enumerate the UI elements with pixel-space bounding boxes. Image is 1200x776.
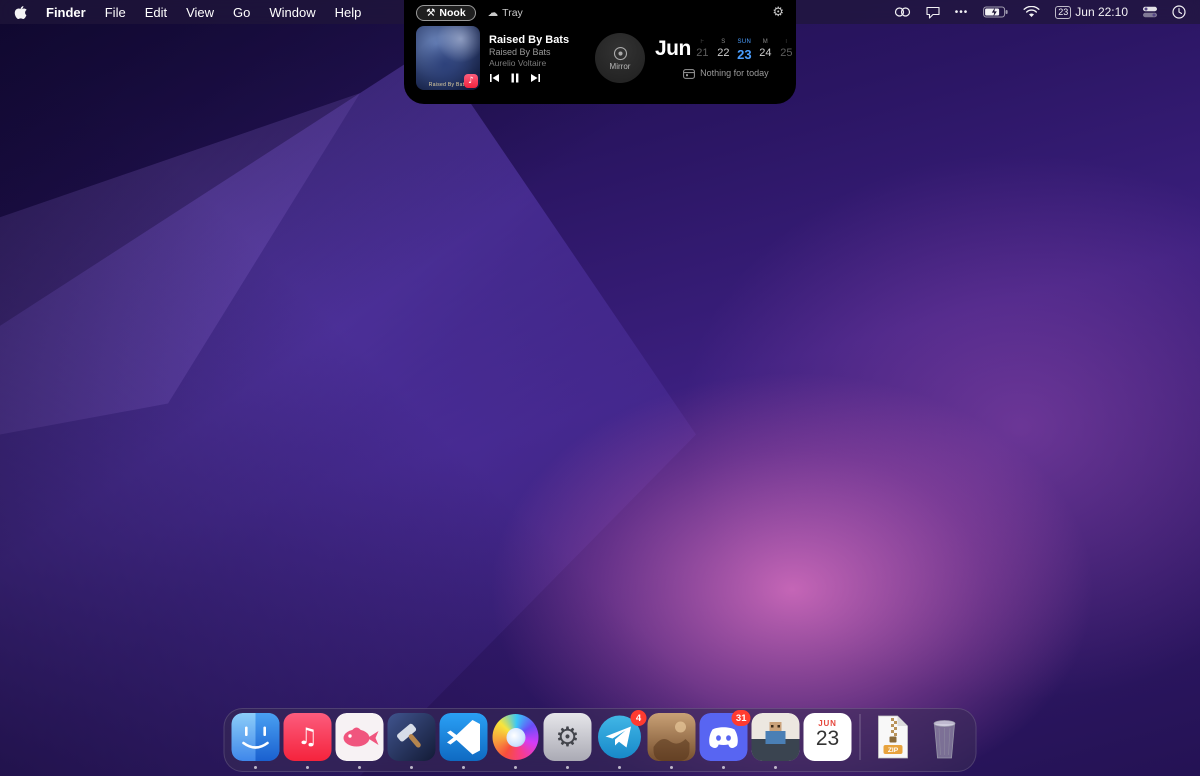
tab-nook-label: Nook bbox=[439, 7, 465, 19]
apple-icon bbox=[14, 5, 27, 20]
more-menu-icon[interactable]: ••• bbox=[955, 7, 969, 18]
chat-bubble-icon[interactable] bbox=[926, 6, 940, 19]
no-events-icon bbox=[683, 68, 695, 79]
dock-item-nook-app[interactable] bbox=[388, 713, 436, 761]
calendar-day-selected[interactable]: SUN 23 bbox=[734, 38, 755, 62]
notification-badge: 31 bbox=[732, 710, 751, 726]
menu-file[interactable]: File bbox=[105, 5, 126, 20]
dock-item-discord[interactable]: 31 bbox=[700, 713, 748, 761]
running-indicator bbox=[722, 766, 725, 769]
cloud-icon: ☁ bbox=[488, 7, 499, 19]
wallpaper-shape bbox=[0, 0, 1200, 776]
playback-controls bbox=[489, 73, 589, 83]
browser-icon bbox=[493, 714, 539, 760]
clock-text: Jun 22:10 bbox=[1075, 5, 1128, 19]
calendar-widget: Jun F 21 S 22 SUN 23 M 24 bbox=[655, 38, 797, 79]
running-indicator bbox=[774, 766, 777, 769]
dock-separator bbox=[860, 714, 861, 760]
calendar-app-icon: JUN 23 bbox=[804, 713, 852, 761]
now-playing-info: Raised By Bats Raised By Bats Aurelio Vo… bbox=[489, 34, 589, 83]
wifi-icon[interactable] bbox=[1023, 6, 1040, 18]
dock-item-trash[interactable] bbox=[921, 713, 969, 761]
nook-notch-widget: ⚒ Nook ☁ Tray ⚙ Raised By Bats ♪ Raised … bbox=[404, 0, 796, 104]
zip-file-icon: ZIP bbox=[869, 713, 917, 761]
menu-view[interactable]: View bbox=[186, 5, 214, 20]
dock-item-zip-file[interactable]: ZIP bbox=[869, 713, 917, 761]
menu-edit[interactable]: Edit bbox=[145, 5, 167, 20]
running-indicator bbox=[462, 766, 465, 769]
dock-item-music[interactable]: ♫ bbox=[284, 713, 332, 761]
hammer-app-icon bbox=[388, 713, 436, 761]
active-app-name[interactable]: Finder bbox=[46, 5, 86, 20]
running-indicator bbox=[358, 766, 361, 769]
running-indicator bbox=[566, 766, 569, 769]
running-indicator bbox=[618, 766, 621, 769]
control-center-icon[interactable] bbox=[1143, 6, 1157, 18]
previous-track-button[interactable] bbox=[489, 73, 500, 83]
finder-icon bbox=[232, 713, 280, 761]
running-indicator bbox=[514, 766, 517, 769]
calendar-day[interactable]: T 25 bbox=[776, 38, 797, 59]
calendar-event-row: Nothing for today bbox=[655, 68, 797, 79]
next-track-button[interactable] bbox=[530, 73, 541, 83]
brown-app-icon bbox=[648, 713, 696, 761]
calendar-event-text: Nothing for today bbox=[700, 68, 769, 78]
trash-icon bbox=[921, 713, 969, 761]
settings-gear-icon: ⚙ bbox=[544, 713, 592, 761]
calendar-app-day: 23 bbox=[816, 728, 839, 750]
music-app-badge-icon: ♪ bbox=[464, 74, 478, 88]
mirror-label: Mirror bbox=[610, 62, 631, 71]
menu-go[interactable]: Go bbox=[233, 5, 250, 20]
vscode-icon bbox=[440, 713, 488, 761]
song-title: Raised By Bats bbox=[489, 34, 589, 46]
dock: ♫ bbox=[224, 708, 977, 772]
running-indicator bbox=[254, 766, 257, 769]
nook-header: ⚒ Nook ☁ Tray ⚙ bbox=[416, 4, 784, 21]
notification-badge: 4 bbox=[631, 710, 647, 726]
dock-item-calendar[interactable]: JUN 23 bbox=[804, 713, 852, 761]
song-artist: Aurelio Voltaire bbox=[489, 58, 589, 68]
running-indicator bbox=[306, 766, 309, 769]
fish-app-icon bbox=[336, 713, 384, 761]
mirror-button[interactable]: Mirror bbox=[595, 33, 645, 83]
song-album: Raised By Bats bbox=[489, 47, 589, 57]
dock-item-vscode[interactable] bbox=[440, 713, 488, 761]
dock-item-pixel-game[interactable] bbox=[752, 713, 800, 761]
clock-app-icon[interactable] bbox=[1172, 5, 1186, 19]
camera-icon bbox=[613, 46, 628, 61]
dock-item-fish-app[interactable] bbox=[336, 713, 384, 761]
pixel-game-icon bbox=[752, 713, 800, 761]
calendar-month: Jun bbox=[655, 38, 691, 60]
zip-label: ZIP bbox=[888, 747, 899, 754]
dock-item-system-settings[interactable]: ⚙ bbox=[544, 713, 592, 761]
browser-icon-center bbox=[506, 728, 525, 747]
pause-button[interactable] bbox=[511, 73, 519, 83]
dock-item-finder[interactable] bbox=[232, 713, 280, 761]
tab-tray-label: Tray bbox=[502, 7, 523, 19]
running-indicator bbox=[410, 766, 413, 769]
calendar-day[interactable]: M 24 bbox=[755, 38, 776, 59]
dock-item-browser[interactable] bbox=[492, 713, 540, 761]
calendar-day[interactable]: F 21 bbox=[692, 38, 713, 59]
dock-item-telegram[interactable]: 4 bbox=[596, 713, 644, 761]
menu-help[interactable]: Help bbox=[335, 5, 362, 20]
music-app-icon: ♫ bbox=[284, 713, 332, 761]
datetime-display[interactable]: 23 Jun 22:10 bbox=[1055, 5, 1128, 19]
linked-circles-icon[interactable] bbox=[894, 6, 911, 18]
calendar-day[interactable]: S 22 bbox=[713, 38, 734, 59]
hammer-icon: ⚒ bbox=[426, 7, 435, 19]
gear-icon[interactable]: ⚙ bbox=[772, 6, 784, 19]
battery-icon[interactable] bbox=[983, 6, 1008, 18]
calendar-day-icon: 23 bbox=[1055, 6, 1071, 19]
running-indicator bbox=[670, 766, 673, 769]
album-art[interactable]: Raised By Bats ♪ bbox=[416, 26, 480, 90]
tab-tray[interactable]: ☁ Tray bbox=[488, 7, 523, 19]
tab-nook[interactable]: ⚒ Nook bbox=[416, 5, 476, 21]
dock-item-brown-app[interactable] bbox=[648, 713, 696, 761]
apple-menu[interactable] bbox=[14, 5, 27, 20]
menu-window[interactable]: Window bbox=[269, 5, 315, 20]
desktop: Finder File Edit View Go Window Help ••• bbox=[0, 0, 1200, 776]
